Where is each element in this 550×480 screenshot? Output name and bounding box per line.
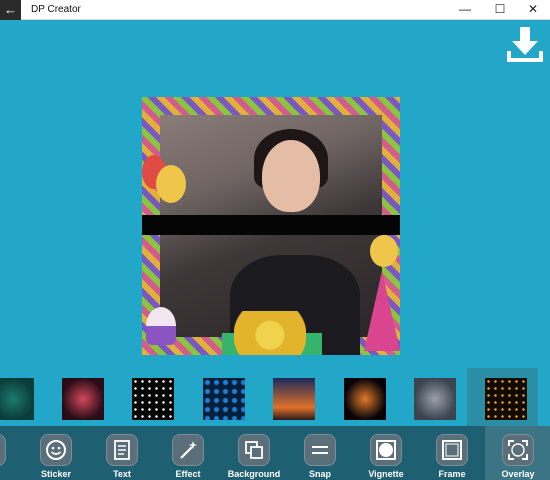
tool-label-overlay: Overlay xyxy=(501,469,535,479)
tool-label-text: Text xyxy=(113,469,131,479)
app-title: DP Creator xyxy=(31,4,81,15)
frame-icon xyxy=(436,434,468,466)
thumb-teal-nebula[interactable] xyxy=(0,378,34,420)
close-icon: ✕ xyxy=(527,2,539,16)
black-band xyxy=(142,215,400,235)
photo-canvas[interactable] xyxy=(142,97,400,355)
tool-label-vignette: Vignette xyxy=(368,469,404,479)
title-bar: ← DP Creator — ☐ ✕ xyxy=(0,0,550,20)
smiley-icon xyxy=(40,434,72,466)
close-button[interactable]: ✕ xyxy=(516,0,550,20)
tool-sticker[interactable]: Sticker xyxy=(23,426,89,480)
tool-snap[interactable]: Snap xyxy=(287,426,353,480)
tool-label-sticker: Sticker xyxy=(40,469,72,479)
tool-frame[interactable]: Frame xyxy=(419,426,485,480)
party-hat-decoration xyxy=(364,271,400,351)
tool-label-snap: Snap xyxy=(308,469,331,479)
overlay-icon xyxy=(502,434,534,466)
ribbon-bow-decoration xyxy=(234,311,306,355)
tool-label-background: Background xyxy=(227,469,281,479)
thumb-smoke[interactable] xyxy=(414,378,456,420)
layers-icon xyxy=(238,434,270,466)
overlay-thumbnail-strip[interactable] xyxy=(0,368,550,426)
thumb-gold-dots[interactable] xyxy=(485,378,527,420)
yellow-balloon-decoration xyxy=(156,165,186,203)
thumb-sparkle[interactable] xyxy=(344,378,386,420)
download-button[interactable] xyxy=(505,25,545,67)
back-arrow-icon: ← xyxy=(4,2,17,17)
tool-label-effect: Effect xyxy=(175,469,201,479)
back-button[interactable]: ← xyxy=(0,0,21,20)
tool-background[interactable]: Background xyxy=(221,426,287,480)
vignette-icon xyxy=(370,434,402,466)
download-icon xyxy=(507,27,543,62)
snap-icon xyxy=(304,434,336,466)
tool-vignette[interactable]: Vignette xyxy=(353,426,419,480)
thumb-sunset[interactable] xyxy=(273,378,315,420)
tool-label-frame: Frame xyxy=(438,469,466,479)
balloon-decoration-right xyxy=(370,235,398,267)
tool-effect[interactable]: Effect xyxy=(155,426,221,480)
minimize-icon: — xyxy=(459,2,471,16)
text-icon xyxy=(106,434,138,466)
thumb-red-nebula[interactable] xyxy=(62,378,104,420)
magic-wand-icon xyxy=(172,434,204,466)
thumb-starfield[interactable] xyxy=(132,378,174,420)
minimize-button[interactable]: — xyxy=(448,0,482,20)
bottom-toolbar: Sticker Text Effect Background Snap Vign… xyxy=(0,426,550,480)
cupcake-decoration xyxy=(146,307,176,345)
photo-subject-face xyxy=(262,140,320,212)
tool-overlay[interactable]: Overlay xyxy=(485,426,550,480)
thumb-blue-bokeh[interactable] xyxy=(203,378,245,420)
partial-tool-icon[interactable] xyxy=(0,434,6,466)
maximize-icon: ☐ xyxy=(494,2,506,16)
maximize-button[interactable]: ☐ xyxy=(483,0,517,20)
tool-text[interactable]: Text xyxy=(89,426,155,480)
